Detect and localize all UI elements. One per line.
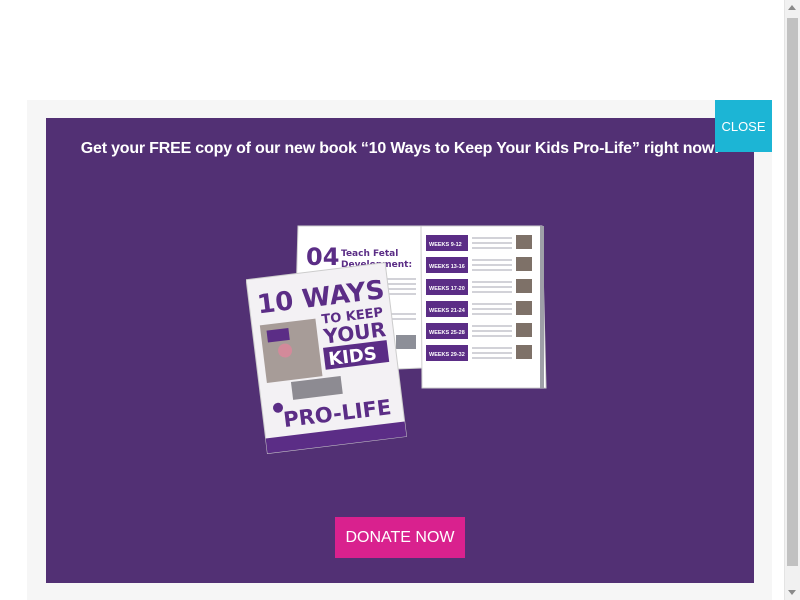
week-label: WEEKS 29-32 — [429, 352, 465, 358]
week-label: WEEKS 21-24 — [429, 308, 466, 314]
vertical-scrollbar[interactable] — [784, 0, 800, 600]
spread-chapter-number: 04 — [306, 243, 339, 271]
spread-heading-line1: Teach Fetal — [341, 249, 398, 259]
week-label: WEEKS 25-28 — [429, 330, 465, 336]
scrollbar-thumb[interactable] — [787, 18, 798, 566]
scroll-down-icon[interactable] — [788, 590, 796, 595]
scroll-up-icon[interactable] — [788, 5, 796, 10]
popup-panel: Get your FREE copy of our new book “10 W… — [46, 118, 754, 583]
week-label: WEEKS 17-20 — [429, 286, 465, 292]
page: Get your FREE copy of our new book “10 W… — [0, 0, 800, 600]
book-image: 04 Teach Fetal Development: — [246, 225, 547, 454]
popup-title: Get your FREE copy of our new book “10 W… — [80, 140, 720, 157]
week-label: WEEKS 9-12 — [429, 242, 462, 248]
week-label: WEEKS 13-16 — [429, 264, 465, 270]
close-button[interactable]: CLOSE — [715, 100, 772, 152]
book-cover: 10 WAYS TO KEEP YOUR KIDS PRO-LIFE — [246, 262, 407, 454]
donate-button[interactable]: DONATE NOW — [335, 517, 465, 558]
